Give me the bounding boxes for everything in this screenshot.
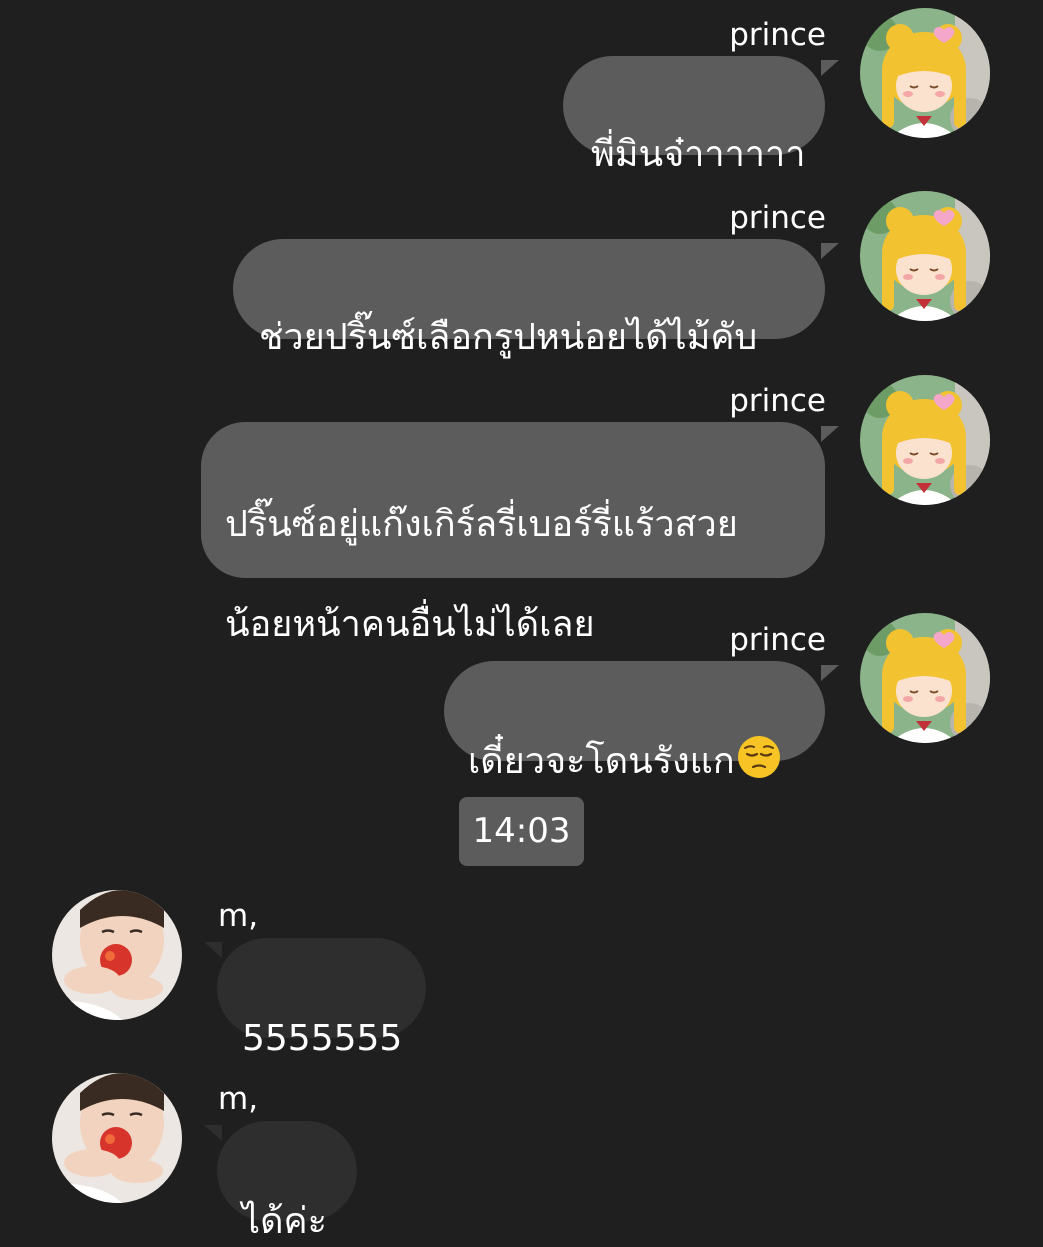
sender-name: prince: [729, 200, 826, 236]
bubble-tail: [821, 243, 839, 259]
sender-name: m,: [218, 1081, 259, 1117]
message-bubble[interactable]: ได้ค่ะ: [217, 1121, 357, 1242]
message-bubble[interactable]: พี่มินจ๋าาาาาา: [563, 56, 825, 175]
message-bubble[interactable]: ปริ๊นซ์อยู่แก๊งเกิร์ลรี่เบอร์รี่แร้วสวย …: [201, 422, 825, 645]
m-avatar[interactable]: [52, 890, 182, 1020]
bubble-tail: [821, 426, 839, 442]
message-bubble[interactable]: เดี๋ยวจะโดนรังแก: [444, 661, 825, 782]
prince-avatar[interactable]: [860, 8, 990, 138]
message-text: พี่มินจ๋าาาาาา: [591, 134, 806, 175]
bubble-tail: [821, 60, 839, 76]
message-text: เดี๋ยวจะโดนรังแก: [468, 741, 735, 782]
m-avatar[interactable]: [52, 1073, 182, 1203]
sender-name: prince: [729, 383, 826, 419]
message-text: 5555555: [242, 1018, 403, 1059]
message-text: ช่วยปริ๊นซ์เลือกรูปหน่อยได้ไม้คับ: [259, 317, 758, 358]
message-bubble[interactable]: ช่วยปริ๊นซ์เลือกรูปหน่อยได้ไม้คับ: [233, 239, 825, 358]
bubble-tail: [204, 1125, 222, 1141]
sender-name: prince: [729, 17, 826, 53]
bubble-tail: [821, 665, 839, 681]
timestamp-badge: 14:03: [459, 797, 584, 866]
prince-avatar[interactable]: [860, 375, 990, 505]
chat-view: prince พี่มินจ๋าาาาาา prince ช่วยปริ๊นซ์…: [0, 0, 1043, 1242]
message-bubble[interactable]: 5555555: [217, 938, 426, 1059]
pensive-face-icon: [737, 736, 780, 778]
prince-avatar[interactable]: [860, 191, 990, 321]
sender-name: prince: [729, 622, 826, 658]
message-text-line: ปริ๊นซ์อยู่แก๊งเกิร์ลรี่เบอร์รี่แร้วสวย: [225, 504, 738, 545]
message-text: ได้ค่ะ: [242, 1201, 327, 1242]
bubble-tail: [204, 942, 222, 958]
sender-name: m,: [218, 898, 259, 934]
prince-avatar[interactable]: [860, 613, 990, 743]
